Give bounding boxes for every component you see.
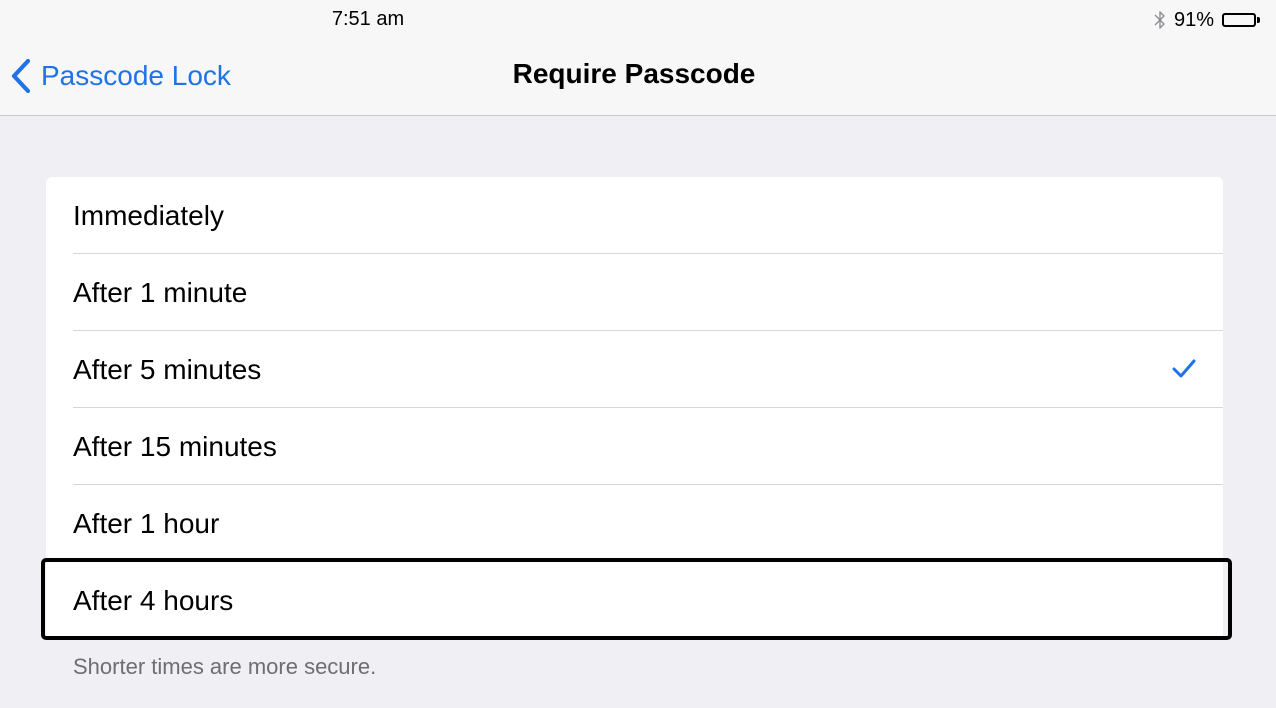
option-label: After 15 minutes: [73, 431, 277, 462]
option-after-1-minute[interactable]: After 1 minute: [46, 254, 1223, 331]
option-after-1-hour[interactable]: After 1 hour: [46, 485, 1223, 562]
checkmark-icon: [1172, 359, 1196, 379]
option-label: Immediately: [73, 200, 224, 231]
option-label: After 1 hour: [73, 508, 220, 539]
option-immediately[interactable]: Immediately: [46, 177, 1223, 254]
status-time: 7:51 am: [331, 8, 405, 30]
option-after-4-hours[interactable]: After 4 hours: [46, 562, 1223, 639]
bluetooth-icon: [1154, 10, 1166, 30]
passcode-options-list: Immediately After 1 minute After 5 minut…: [46, 177, 1223, 639]
option-label: After 5 minutes: [73, 354, 262, 385]
header-area: 7:51 am 91% Passcode Lock Require Passco…: [0, 0, 1276, 116]
option-after-15-minutes[interactable]: After 15 minutes: [46, 408, 1223, 485]
option-label: After 4 hours: [73, 585, 234, 616]
option-label: After 1 minute: [73, 277, 248, 308]
option-after-5-minutes[interactable]: After 5 minutes: [46, 331, 1223, 408]
status-right: 91%: [1154, 7, 1260, 33]
battery-icon: [1222, 13, 1260, 27]
battery-percent: 91%: [1173, 8, 1214, 31]
page-title: Require Passcode: [512, 58, 756, 89]
footer-note: Shorter times are more secure.: [73, 654, 377, 679]
